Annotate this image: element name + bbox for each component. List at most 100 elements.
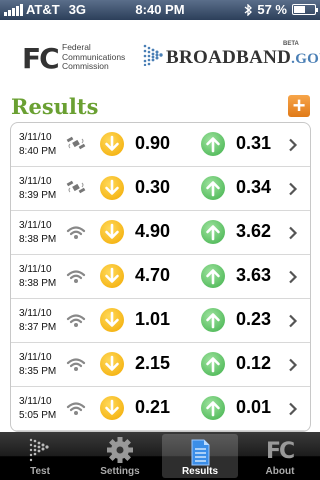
upload-speed: 0.31 — [236, 133, 272, 153]
upload-arrow-icon — [201, 220, 225, 244]
upload-arrow-icon — [201, 352, 225, 376]
result-date: 3/11/10 — [19, 264, 52, 275]
result-time: 8:38 PM — [19, 234, 57, 245]
download-speed: 0.30 — [135, 177, 171, 197]
page-title: Results — [11, 94, 99, 119]
tab-about[interactable]: FC About — [242, 432, 318, 480]
result-date: 3/11/10 — [19, 220, 52, 231]
upload-speed: 0.12 — [236, 353, 272, 373]
tab-bar: Test Settings Results FC About — [0, 432, 320, 480]
tab-test[interactable]: Test — [2, 432, 78, 480]
result-row[interactable]: 3/11/10 8:38 PM 4.90 3.62 — [11, 211, 310, 255]
result-time: 8:40 PM — [19, 146, 57, 157]
chevron-right-icon — [288, 402, 298, 416]
upload-arrow-icon — [201, 308, 225, 332]
result-time: 8:39 PM — [19, 190, 57, 201]
result-datetime: 3/11/10 8:39 PM — [19, 175, 56, 203]
chevron-right-icon — [288, 182, 298, 196]
upload-speed: 3.63 — [236, 265, 272, 285]
result-time: 8:37 PM — [19, 322, 57, 333]
download-speed: 4.90 — [135, 221, 171, 241]
upload-arrow-icon — [201, 132, 225, 156]
result-date: 3/11/10 — [19, 176, 52, 187]
result-date: 3/11/10 — [19, 352, 52, 363]
header: FC Federal Communications Commission BRO… — [0, 20, 320, 85]
download-arrow-icon — [100, 132, 124, 156]
download-speed: 2.15 — [135, 353, 171, 373]
tab-results[interactable]: Results — [162, 434, 238, 478]
result-datetime: 3/11/10 8:38 PM — [19, 263, 56, 291]
result-date: 3/11/10 — [19, 396, 52, 407]
results-icon — [191, 439, 210, 466]
broadband-wordmark: BROADBAND.GOV — [166, 47, 320, 69]
result-time: 8:38 PM — [19, 278, 57, 289]
result-datetime: 3/11/10 8:40 PM — [19, 131, 56, 159]
fcc-icon: FC — [266, 439, 295, 464]
battery-percent: 57 % — [257, 2, 287, 17]
fcc-name: Federal Communications Commission — [62, 42, 125, 72]
result-datetime: 3/11/10 8:37 PM — [19, 307, 56, 335]
result-row[interactable]: 3/11/10 8:39 PM 0.30 0.34 — [11, 167, 310, 211]
download-arrow-icon — [100, 352, 124, 376]
tab-label: Settings — [100, 466, 140, 477]
wifi-icon — [66, 267, 86, 285]
result-datetime: 3/11/10 8:38 PM — [19, 219, 56, 247]
tab-label: About — [265, 466, 295, 477]
broadband-logo-dots-icon — [143, 44, 163, 66]
result-time: 5:05 PM — [19, 410, 57, 421]
chevron-right-icon — [288, 270, 298, 284]
gear-icon — [107, 437, 133, 463]
tab-label: Test — [30, 466, 50, 477]
wifi-icon — [66, 223, 86, 241]
upload-speed: 3.62 — [236, 221, 272, 241]
result-row[interactable]: 3/11/10 8:38 PM 4.70 3.63 — [11, 255, 310, 299]
result-time: 8:35 PM — [19, 366, 57, 377]
chevron-right-icon — [288, 358, 298, 372]
download-arrow-icon — [100, 264, 124, 288]
download-speed: 0.90 — [135, 133, 171, 153]
chevron-right-icon — [288, 138, 298, 152]
upload-speed: 0.34 — [236, 177, 272, 197]
chevron-right-icon — [288, 226, 298, 240]
tab-settings[interactable]: Settings — [82, 432, 158, 480]
battery-icon — [292, 4, 318, 15]
status-right: 57 % — [244, 2, 318, 17]
download-arrow-icon — [100, 220, 124, 244]
download-arrow-icon — [100, 308, 124, 332]
result-date: 3/11/10 — [19, 132, 52, 143]
result-datetime: 3/11/10 5:05 PM — [19, 395, 56, 423]
wifi-icon — [66, 399, 86, 417]
cellular-icon — [66, 135, 86, 153]
upload-arrow-icon — [201, 264, 225, 288]
download-arrow-icon — [100, 176, 124, 200]
add-button[interactable]: + — [288, 95, 310, 117]
chevron-right-icon — [288, 314, 298, 328]
upload-speed: 0.01 — [236, 397, 272, 417]
test-icon — [29, 438, 49, 462]
download-speed: 4.70 — [135, 265, 171, 285]
result-row[interactable]: 3/11/10 8:40 PM 0.90 0.31 — [11, 123, 310, 167]
wifi-icon — [66, 355, 86, 373]
download-speed: 0.21 — [135, 397, 171, 417]
download-speed: 1.01 — [135, 309, 171, 329]
fcc-logo: FC — [22, 42, 60, 75]
beta-label: BETA — [283, 41, 299, 47]
broadband-main: BROADBAND — [166, 47, 292, 68]
upload-speed: 0.23 — [236, 309, 272, 329]
result-row[interactable]: 3/11/10 8:35 PM 2.15 0.12 — [11, 343, 310, 387]
result-row[interactable]: 3/11/10 8:37 PM 1.01 0.23 — [11, 299, 310, 343]
bluetooth-icon — [244, 3, 253, 16]
result-datetime: 3/11/10 8:35 PM — [19, 351, 56, 379]
download-arrow-icon — [100, 396, 124, 420]
result-date: 3/11/10 — [19, 308, 52, 319]
upload-arrow-icon — [201, 396, 225, 420]
svg-text:FC: FC — [266, 439, 294, 464]
wifi-icon — [66, 311, 86, 329]
broadband-suffix: .GOV — [291, 51, 320, 67]
results-list: 3/11/10 8:40 PM 0.90 0.31 3/11/10 8:39 PM 0.30… — [10, 122, 311, 432]
result-row[interactable]: 3/11/10 5:05 PM 0.21 0.01 — [11, 387, 310, 431]
tab-label: Results — [181, 466, 219, 477]
fcc-name-line: Commission — [62, 61, 109, 71]
cellular-icon — [66, 179, 86, 197]
upload-arrow-icon — [201, 176, 225, 200]
